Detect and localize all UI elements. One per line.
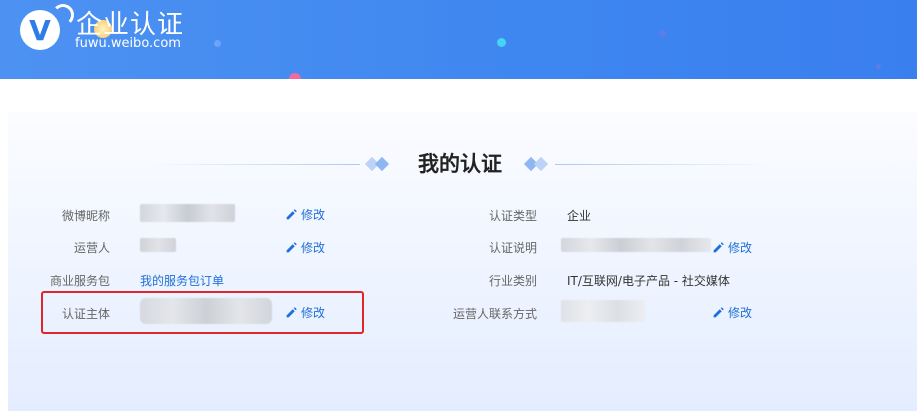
- operator-value: [140, 238, 176, 252]
- signal-wave-icon: [52, 4, 74, 26]
- pencil-icon: [286, 209, 297, 220]
- pencil-icon: [286, 242, 297, 253]
- decoration-dot: [289, 73, 301, 79]
- decoration-dot: [876, 64, 881, 69]
- brand-domain: fuwu.weibo.com: [75, 36, 181, 51]
- my-package-orders-link[interactable]: 我的服务包订单: [140, 272, 224, 289]
- edit-operator-button[interactable]: 修改: [285, 239, 325, 256]
- decoration-dot: [659, 30, 666, 37]
- decoration-dot: [497, 38, 506, 47]
- certification-description-value: [561, 238, 711, 252]
- pencil-icon: [713, 307, 724, 318]
- header-banner: V 企业认证 fuwu.weibo.com: [0, 0, 917, 79]
- label-certification-type: 认证类型: [488, 209, 537, 223]
- industry-category-value: IT/互联网/电子产品 - 社交媒体: [567, 274, 730, 288]
- label-certification-description: 认证说明: [488, 241, 537, 255]
- edit-label: 修改: [728, 306, 753, 320]
- edit-operator-contact-button[interactable]: 修改: [712, 304, 752, 321]
- label-industry-category: 行业类别: [488, 274, 537, 288]
- edit-label: 修改: [301, 241, 326, 255]
- label-business-package: 商业服务包: [49, 274, 110, 288]
- logo-letter: V: [29, 14, 51, 47]
- edit-weibo-nickname-button[interactable]: 修改: [285, 206, 325, 223]
- title-divider-right: [555, 164, 770, 165]
- decoration-dot: [214, 40, 221, 47]
- label-operator-contact: 运营人联系方式: [452, 307, 537, 321]
- certification-type-value: 企业: [567, 209, 592, 223]
- label-weibo-nickname: 微博昵称: [61, 209, 110, 223]
- title-divider-left: [155, 164, 360, 165]
- pencil-icon: [713, 242, 724, 253]
- edit-certification-description-button[interactable]: 修改: [712, 239, 752, 256]
- edit-label: 修改: [728, 241, 753, 255]
- highlight-box: [41, 291, 364, 334]
- edit-label: 修改: [301, 208, 326, 222]
- operator-contact-value: [561, 300, 645, 322]
- label-operator: 运营人: [73, 241, 110, 255]
- weibo-nickname-value: [140, 204, 235, 222]
